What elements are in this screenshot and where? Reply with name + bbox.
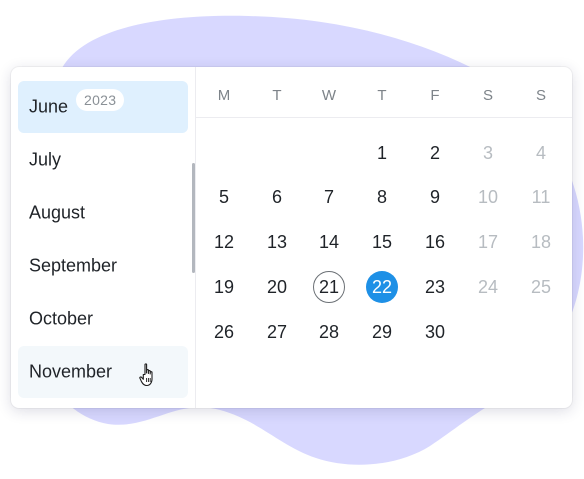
hand-pointer-icon (139, 363, 153, 387)
month-label: October (29, 308, 94, 329)
calendar-day[interactable]: 17 (472, 226, 504, 258)
month-label: July (29, 149, 62, 170)
month-item-july[interactable]: July (18, 134, 188, 186)
month-label: September (29, 255, 118, 276)
calendar-day[interactable]: 28 (313, 316, 345, 348)
calendar-day[interactable]: 13 (261, 226, 293, 258)
calendar-day[interactable]: 16 (419, 226, 451, 258)
calendar-day[interactable]: 9 (419, 181, 451, 213)
calendar-day[interactable]: 8 (366, 181, 398, 213)
calendar-day[interactable]: 26 (208, 316, 240, 348)
calendar-day[interactable]: 20 (261, 271, 293, 303)
weekday-label: T (272, 87, 282, 104)
today-day[interactable]: 21 (313, 271, 345, 303)
calendar-day[interactable]: 3 (472, 137, 504, 169)
weekday-label: S (535, 87, 546, 104)
calendar-day[interactable]: 4 (525, 137, 557, 169)
month-list: June 2023 July August September October … (11, 67, 195, 408)
calendar-day[interactable]: 7 (313, 181, 345, 213)
calendar-day[interactable]: 2 (419, 137, 451, 169)
month-item-september[interactable]: September (18, 240, 188, 292)
calendar-day[interactable]: 6 (261, 181, 293, 213)
calendar-day[interactable]: 1 (366, 137, 398, 169)
calendar-day[interactable]: 5 (208, 181, 240, 213)
year-badge: 2023 (76, 89, 125, 111)
month-calendar-picker: June 2023 July August September October … (11, 67, 572, 408)
stage: June 2023 July August September October … (0, 0, 584, 479)
calendar-day[interactable]: 14 (313, 226, 345, 258)
month-item-june[interactable]: June 2023 (18, 81, 188, 133)
month-item-october[interactable]: October (18, 293, 188, 345)
calendar-day[interactable]: 30 (419, 316, 451, 348)
weekday-label: F (430, 87, 440, 104)
weekday-label: W (321, 87, 337, 104)
weekday-label: M (217, 87, 231, 104)
month-label: June (29, 96, 69, 117)
calendar-day[interactable]: 18 (525, 226, 557, 258)
calendar-grid: MTWTFSS 1 2 3 4 5 6 7 8 9 10 11 12 13 14 15 16 17 18 19 20 2… (196, 67, 572, 408)
calendar-day[interactable]: 15 (366, 226, 398, 258)
calendar-day[interactable]: 29 (366, 316, 398, 348)
calendar-day[interactable]: 25 (525, 271, 557, 303)
selected-day[interactable]: 22 (366, 271, 398, 303)
calendar-day[interactable]: 11 (525, 181, 557, 213)
weekday-label: T (377, 87, 387, 104)
month-label: November (29, 361, 113, 382)
weekday-label: S (482, 87, 493, 104)
month-item-august[interactable]: August (18, 187, 188, 239)
month-item-november[interactable]: November (18, 346, 188, 398)
calendar-day[interactable]: 19 (208, 271, 240, 303)
calendar-day[interactable]: 10 (472, 181, 504, 213)
weekday-header: MTWTFSS (196, 67, 572, 118)
calendar-day[interactable]: 24 (472, 271, 504, 303)
calendar-day[interactable]: 23 (419, 271, 451, 303)
calendar-day[interactable]: 27 (261, 316, 293, 348)
month-label: August (29, 202, 86, 223)
calendar-day[interactable]: 12 (208, 226, 240, 258)
